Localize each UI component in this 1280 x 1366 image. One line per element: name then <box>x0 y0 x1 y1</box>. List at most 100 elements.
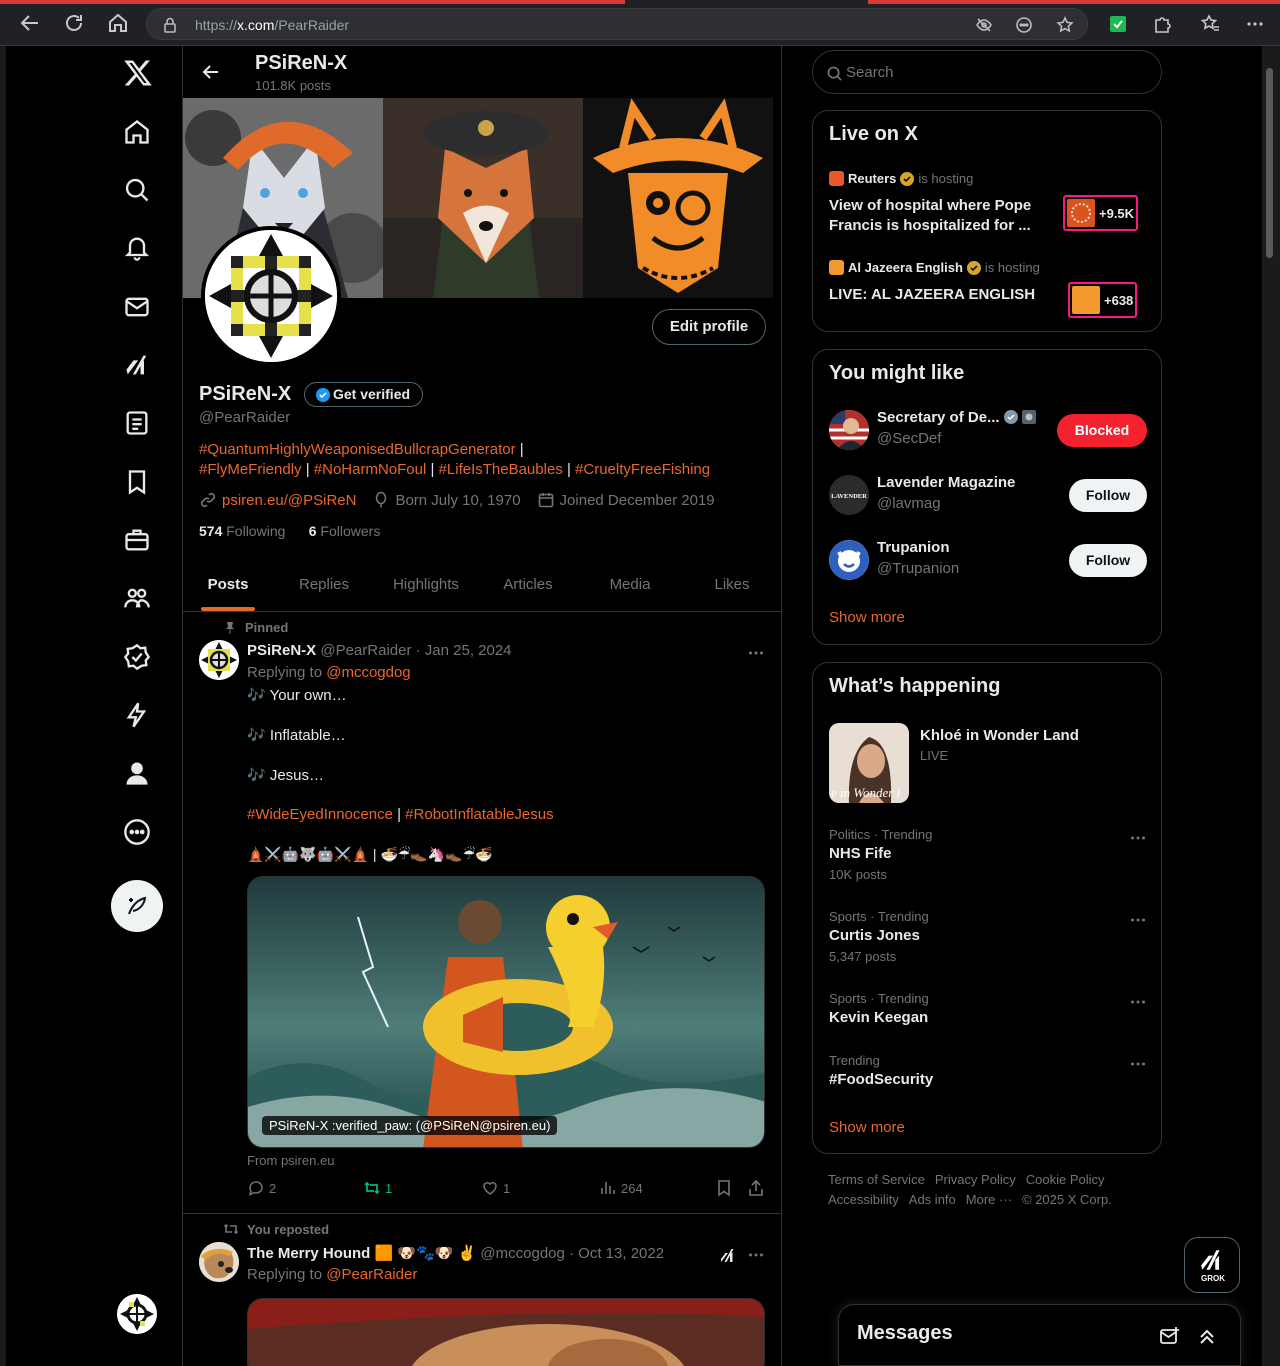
refresh-icon[interactable] <box>62 11 86 35</box>
trend-item[interactable]: Sports · Trending Curtis Jones 5,347 pos… <box>829 909 1147 964</box>
show-more-link[interactable]: Show more <box>829 1119 905 1136</box>
post-more-icon[interactable] <box>747 1246 765 1264</box>
back-arrow-icon[interactable] <box>201 62 221 82</box>
like-button[interactable]: 1 <box>481 1179 510 1197</box>
replying-to-link[interactable]: @mccogdog <box>326 664 410 681</box>
back-arrow-icon[interactable] <box>18 11 42 35</box>
favorite-star-icon[interactable] <box>1056 16 1074 34</box>
repost-button[interactable]: 1 <box>363 1179 392 1197</box>
following-link[interactable]: 574 Following <box>199 523 285 539</box>
suggestion-item[interactable]: LAVENDER Lavender Magazine @lavmag Follo… <box>829 470 1147 520</box>
bookmarks-icon[interactable] <box>123 468 151 496</box>
profile-person-icon[interactable] <box>123 759 151 787</box>
views-button[interactable]: 264 <box>599 1179 643 1197</box>
hashtag-link[interactable]: #LifeIsTheBaubles <box>439 461 563 478</box>
hashtag-link[interactable]: #NoHarmNoFoul <box>314 461 427 478</box>
bookmark-button[interactable] <box>715 1179 733 1197</box>
grok-button[interactable]: GROK <box>1184 1237 1240 1293</box>
more-menu-icon[interactable] <box>1245 14 1265 34</box>
grok-explain-icon[interactable] <box>719 1246 737 1264</box>
tab-articles[interactable]: Articles <box>477 561 579 611</box>
live-listeners-badge[interactable]: +638 <box>1068 282 1138 318</box>
follow-button[interactable]: Follow <box>1069 479 1147 512</box>
suggestion-item[interactable]: Secretary of De... @SecDef Blocked <box>829 405 1147 455</box>
share-button[interactable] <box>747 1179 765 1197</box>
post-author-name[interactable]: The Merry Hound 🟧 🐶🐾🐶 ✌️ <box>247 1245 476 1262</box>
scrollbar-thumb[interactable] <box>1266 68 1273 258</box>
lists-icon[interactable] <box>123 409 151 437</box>
post-media-image[interactable]: PSiReN-X :verified_paw: (@PSiReN@psiren.… <box>247 876 765 1148</box>
premium-verified-icon[interactable] <box>123 643 151 671</box>
footer-link[interactable]: Terms of Service <box>828 1172 925 1187</box>
favorites-icon[interactable] <box>1200 14 1220 34</box>
trend-more-icon[interactable] <box>1129 1055 1147 1073</box>
more-circle-icon[interactable] <box>123 818 151 846</box>
grok-icon[interactable] <box>123 351 151 379</box>
post-handle-date[interactable]: @mccogdog · Oct 13, 2022 <box>480 1245 664 1262</box>
compose-post-button[interactable] <box>111 880 163 932</box>
hashtag-link[interactable]: #CrueltyFreeFishing <box>575 461 710 478</box>
blocked-button[interactable]: Blocked <box>1057 414 1147 447</box>
live-title[interactable]: View of hospital where Pope Francis is h… <box>829 196 1049 236</box>
x-logo-icon[interactable] <box>123 58 152 86</box>
expand-chevron-up-icon[interactable] <box>1196 1325 1218 1347</box>
trend-more-icon[interactable] <box>1129 993 1147 1011</box>
extension-checkmark-icon[interactable] <box>1108 14 1128 34</box>
footer-link[interactable]: Privacy Policy <box>935 1172 1016 1187</box>
post-handle-date[interactable]: @PearRaider · Jan 25, 2024 <box>320 642 511 659</box>
communities-icon[interactable] <box>123 584 151 612</box>
address-bar[interactable]: https://x.com/PearRaider <box>146 8 1088 40</box>
post-author-avatar[interactable] <box>199 1242 239 1282</box>
get-verified-button[interactable]: Get verified <box>304 382 424 407</box>
reposted-post[interactable]: You reposted The Merry Hound 🟧 🐶🐾🐶 ✌️ @m… <box>183 1214 781 1366</box>
pinned-post[interactable]: Pinned PSiReN-X @PearRaider · Jan 25, 20… <box>183 612 781 1213</box>
home-icon[interactable] <box>106 11 130 35</box>
tab-replies[interactable]: Replies <box>273 561 375 611</box>
followers-link[interactable]: 6 Followers <box>309 523 381 539</box>
profile-avatar[interactable] <box>201 226 341 366</box>
live-title[interactable]: LIVE: AL JAZEERA ENGLISH <box>829 285 1049 305</box>
new-message-icon[interactable] <box>1159 1325 1181 1347</box>
show-more-link[interactable]: Show more <box>829 609 905 626</box>
verified-orgs-lightning-icon[interactable] <box>123 701 151 729</box>
lock-icon[interactable] <box>163 17 177 33</box>
post-media-image[interactable] <box>247 1298 765 1366</box>
follow-button[interactable]: Follow <box>1069 544 1147 577</box>
tab-media[interactable]: Media <box>579 561 681 611</box>
post-more-icon[interactable] <box>747 644 765 662</box>
hashtag-link[interactable]: #WideEyedInnocence <box>247 806 393 823</box>
post-source[interactable]: From psiren.eu <box>247 1153 334 1168</box>
trend-item[interactable]: Politics · Trending NHS Fife 10K posts <box>829 827 1147 882</box>
emoji-icon[interactable] <box>1015 16 1033 34</box>
trend-item[interactable]: Trending #FoodSecurity <box>829 1053 1147 1088</box>
extensions-puzzle-icon[interactable] <box>1152 14 1172 34</box>
messages-drawer[interactable]: Messages <box>838 1304 1241 1366</box>
trend-more-icon[interactable] <box>1129 829 1147 847</box>
trend-more-icon[interactable] <box>1129 911 1147 929</box>
suggestion-item[interactable]: Trupanion @Trupanion Follow <box>829 535 1147 585</box>
url-text[interactable]: https://x.com/PearRaider <box>195 17 349 33</box>
post-author-name[interactable]: PSiReN-X <box>247 642 316 659</box>
footer-link[interactable]: Accessibility <box>828 1192 899 1207</box>
messages-envelope-icon[interactable] <box>123 293 151 321</box>
footer-link[interactable]: Ads info <box>909 1192 956 1207</box>
edit-profile-button[interactable]: Edit profile <box>652 309 766 345</box>
notifications-bell-icon[interactable] <box>123 234 151 262</box>
hashtag-link[interactable]: #RobotInflatableJesus <box>405 806 553 823</box>
reply-button[interactable]: 2 <box>247 1179 276 1197</box>
jobs-briefcase-icon[interactable] <box>123 526 151 554</box>
hashtag-link[interactable]: #FlyMeFriendly <box>199 461 302 478</box>
tab-highlights[interactable]: Highlights <box>375 561 477 611</box>
account-avatar[interactable] <box>117 1294 157 1334</box>
featured-event[interactable]: e in Wonder l Khloé in Wonder Land LIVE <box>829 723 1147 803</box>
replying-to-link[interactable]: @PearRaider <box>326 1266 417 1283</box>
home-icon[interactable] <box>123 118 151 146</box>
tracking-prevention-icon[interactable] <box>975 16 993 34</box>
hashtag-link[interactable]: #QuantumHighlyWeaponisedBullcrapGenerato… <box>199 441 516 458</box>
search-input[interactable]: Search <box>812 50 1162 94</box>
post-author-avatar[interactable] <box>199 640 239 680</box>
profile-link[interactable]: psiren.eu/@PSiReN <box>199 491 356 509</box>
page-scrollbar[interactable] <box>1262 46 1280 1366</box>
trend-item[interactable]: Sports · Trending Kevin Keegan <box>829 991 1147 1026</box>
live-host[interactable]: Al Jazeera English is hosting <box>829 260 1040 275</box>
